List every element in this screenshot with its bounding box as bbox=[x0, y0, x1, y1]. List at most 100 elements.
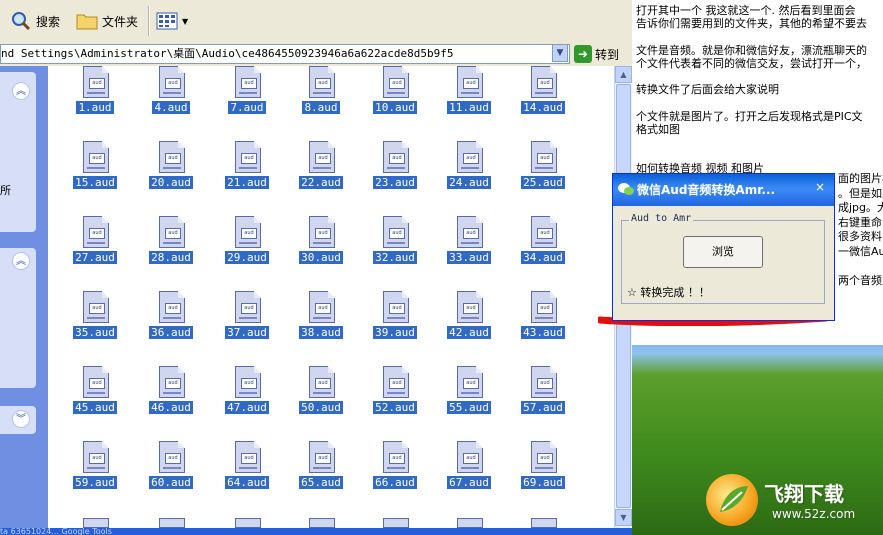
audio-file-icon: aud bbox=[83, 291, 109, 323]
file-item[interactable]: aud 28.aud bbox=[136, 216, 206, 286]
file-item[interactable]: aud 50.aud bbox=[286, 366, 356, 436]
audio-file-icon: aud bbox=[531, 366, 557, 398]
file-item[interactable]: aud 65.aud bbox=[286, 441, 356, 511]
audio-file-icon: aud bbox=[309, 441, 335, 473]
file-item[interactable]: aud 47.aud bbox=[212, 366, 282, 436]
audio-file-icon: aud bbox=[235, 291, 261, 323]
close-icon[interactable]: × bbox=[811, 179, 829, 195]
audio-file-icon[interactable] bbox=[457, 518, 483, 528]
document-line: 告诉你们需要用到的文件夹，其他的希望不要去 bbox=[636, 17, 867, 31]
file-name: 50.aud bbox=[299, 401, 343, 414]
file-item[interactable]: aud 38.aud bbox=[286, 291, 356, 361]
file-item[interactable]: aud 66.aud bbox=[360, 441, 430, 511]
file-item[interactable]: aud 67.aud bbox=[434, 441, 504, 511]
audio-file-icon: aud bbox=[235, 141, 261, 173]
file-item[interactable]: aud 33.aud bbox=[434, 216, 504, 286]
file-item[interactable]: aud 39.aud bbox=[360, 291, 430, 361]
file-item[interactable]: aud 42.aud bbox=[434, 291, 504, 361]
folder-icon bbox=[76, 14, 98, 30]
file-name: 65.aud bbox=[299, 476, 343, 489]
scroll-up-icon[interactable]: ▲ bbox=[615, 66, 632, 83]
audio-file-icon[interactable] bbox=[83, 518, 109, 528]
dialog-titlebar[interactable]: 微信Aud音频转换Amr... × bbox=[613, 174, 834, 206]
file-item[interactable]: aud 21.aud bbox=[212, 141, 282, 211]
collapse-chevron-icon[interactable]: ︽ bbox=[12, 252, 30, 270]
collapse-chevron-icon[interactable]: ︽ bbox=[12, 82, 30, 100]
audio-file-icon: aud bbox=[531, 66, 557, 98]
file-item[interactable]: aud 64.aud bbox=[212, 441, 282, 511]
converter-dialog: 微信Aud音频转换Amr... × Aud to Amr 浏览 ☆ 转换完成 ！… bbox=[612, 173, 835, 321]
file-item[interactable]: aud 22.aud bbox=[286, 141, 356, 211]
file-item[interactable]: aud 43.aud bbox=[508, 291, 578, 361]
file-name: 38.aud bbox=[299, 326, 343, 339]
audio-file-icon[interactable] bbox=[531, 518, 557, 528]
file-name: 47.aud bbox=[225, 401, 269, 414]
scroll-down-icon[interactable]: ▼ bbox=[615, 509, 632, 526]
audio-file-icon[interactable] bbox=[159, 518, 185, 528]
views-button[interactable]: ▼ bbox=[156, 8, 188, 34]
folders-button[interactable]: 文件夹 bbox=[76, 8, 138, 34]
file-item[interactable]: aud 14.aud bbox=[508, 66, 578, 136]
audio-file-icon: aud bbox=[83, 216, 109, 248]
groupbox-legend: Aud to Amr bbox=[629, 213, 694, 224]
audio-file-icon[interactable] bbox=[383, 518, 409, 528]
file-item[interactable]: aud 4.aud bbox=[136, 66, 206, 136]
file-name: 36.aud bbox=[149, 326, 193, 339]
file-item[interactable]: aud 69.aud bbox=[508, 441, 578, 511]
go-button[interactable]: ➜ 转到 bbox=[574, 44, 619, 64]
file-item[interactable]: aud 32.aud bbox=[360, 216, 430, 286]
file-item[interactable]: aud 46.aud bbox=[136, 366, 206, 436]
file-item[interactable]: aud 27.aud bbox=[60, 216, 130, 286]
file-item[interactable]: aud 55.aud bbox=[434, 366, 504, 436]
watermark-logo bbox=[706, 474, 758, 526]
file-item[interactable]: aud 20.aud bbox=[136, 141, 206, 211]
file-item[interactable]: aud 8.aud bbox=[286, 66, 356, 136]
file-item[interactable]: aud 37.aud bbox=[212, 291, 282, 361]
file-item[interactable]: aud 59.aud bbox=[60, 441, 130, 511]
file-item[interactable]: aud 11.aud bbox=[434, 66, 504, 136]
file-item[interactable]: aud 34.aud bbox=[508, 216, 578, 286]
file-name: 52.aud bbox=[373, 401, 417, 414]
file-item[interactable]: aud 36.aud bbox=[136, 291, 206, 361]
file-name: 57.aud bbox=[521, 401, 565, 414]
address-input[interactable]: nd Settings\Administrator\桌面\Audio\ce486… bbox=[0, 44, 570, 64]
file-item[interactable]: aud 60.aud bbox=[136, 441, 206, 511]
audio-file-icon: aud bbox=[531, 441, 557, 473]
file-item[interactable]: aud 52.aud bbox=[360, 366, 430, 436]
audio-file-icon: aud bbox=[159, 441, 185, 473]
audio-file-icon: aud bbox=[457, 441, 483, 473]
file-name: 43.aud bbox=[521, 326, 565, 339]
file-item[interactable]: aud 45.aud bbox=[60, 366, 130, 436]
file-item[interactable]: aud 25.aud bbox=[508, 141, 578, 211]
file-item[interactable]: aud 15.aud bbox=[60, 141, 130, 211]
file-item[interactable]: aud 1.aud bbox=[60, 66, 130, 136]
search-icon bbox=[12, 12, 31, 31]
file-name: 67.aud bbox=[447, 476, 491, 489]
file-item[interactable]: aud 24.aud bbox=[434, 141, 504, 211]
file-name: 66.aud bbox=[373, 476, 417, 489]
task-group-text: 所 bbox=[0, 184, 11, 197]
file-item[interactable]: aud 30.aud bbox=[286, 216, 356, 286]
file-item[interactable]: aud 7.aud bbox=[212, 66, 282, 136]
file-item[interactable]: aud 23.aud bbox=[360, 141, 430, 211]
address-dropdown-icon[interactable]: ▼ bbox=[552, 44, 568, 62]
file-name: 45.aud bbox=[73, 401, 117, 414]
task-group: ︾ bbox=[0, 406, 36, 434]
file-item[interactable]: aud 10.aud bbox=[360, 66, 430, 136]
file-name: 55.aud bbox=[447, 401, 491, 414]
file-name: 35.aud bbox=[73, 326, 117, 339]
expand-chevron-icon[interactable]: ︾ bbox=[12, 410, 30, 428]
search-button[interactable]: 搜索 bbox=[10, 8, 60, 34]
file-item[interactable]: aud 35.aud bbox=[60, 291, 130, 361]
file-name: 20.aud bbox=[149, 176, 193, 189]
audio-file-icon: aud bbox=[235, 66, 261, 98]
browse-button[interactable]: 浏览 bbox=[683, 236, 763, 268]
views-grid-icon bbox=[156, 12, 178, 30]
audio-file-icon[interactable] bbox=[235, 518, 261, 528]
file-name: 37.aud bbox=[225, 326, 269, 339]
file-name: 28.aud bbox=[149, 251, 193, 264]
file-item[interactable]: aud 29.aud bbox=[212, 216, 282, 286]
file-item[interactable]: aud 57.aud bbox=[508, 366, 578, 436]
audio-file-icon: aud bbox=[309, 291, 335, 323]
audio-file-icon[interactable] bbox=[309, 518, 335, 528]
